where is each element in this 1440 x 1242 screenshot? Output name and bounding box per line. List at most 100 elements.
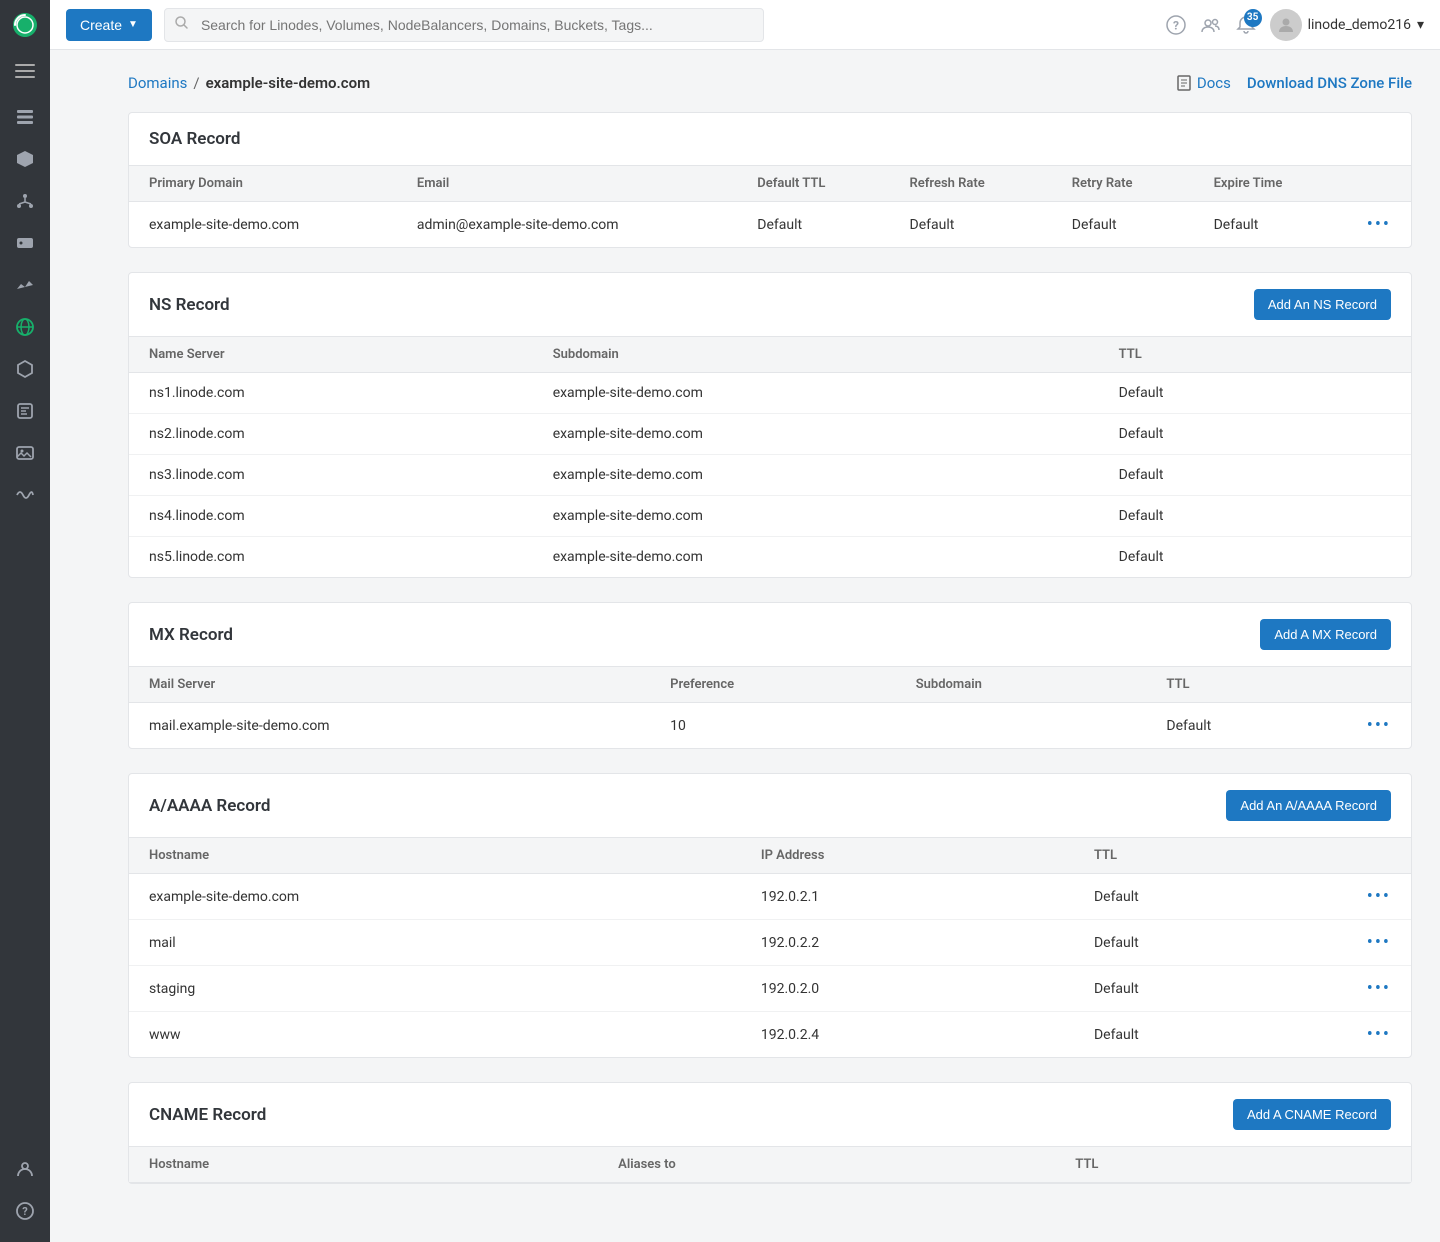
aaaa-row-menu[interactable]: ••• [1367, 932, 1391, 953]
ns-record-section: NS Record Add An NS Record Name Server S… [128, 272, 1412, 578]
table-row: ns1.linode.com example-site-demo.com Def… [129, 373, 1411, 414]
sidebar-item-images[interactable] [0, 432, 50, 474]
aaaa-ttl: Default [1074, 966, 1347, 1012]
cname-record-table: Hostname Aliases to TTL [129, 1147, 1411, 1183]
search-input[interactable] [164, 8, 764, 42]
cname-col-actions [1351, 1147, 1411, 1183]
topbar-right: ? 35 linode_demo216 ▾ [1166, 9, 1424, 41]
sidebar-bottom: ? [0, 1148, 50, 1242]
ns-name-server: ns5.linode.com [129, 537, 533, 578]
mx-row-menu[interactable]: ••• [1367, 715, 1391, 736]
table-row: example-site-demo.com 192.0.2.1 Default … [129, 874, 1411, 920]
hamburger-menu[interactable] [0, 50, 50, 92]
sidebar-item-nodebalancers[interactable] [0, 180, 50, 222]
aaaa-record-header: A/AAAA Record Add An A/AAAA Record [129, 774, 1411, 838]
ns-name-server: ns1.linode.com [129, 373, 533, 414]
svg-text:?: ? [22, 1205, 28, 1218]
aaaa-ip: 192.0.2.0 [741, 966, 1074, 1012]
aaaa-hostname: mail [129, 920, 741, 966]
aaaa-record-title: A/AAAA Record [149, 796, 270, 816]
docs-label: Docs [1197, 74, 1231, 92]
cname-record-section: CNAME Record Add A CNAME Record Hostname… [128, 1082, 1412, 1184]
soa-col-default-ttl: Default TTL [737, 166, 889, 202]
ns-name-server: ns2.linode.com [129, 414, 533, 455]
sidebar-item-help[interactable]: ? [0, 1190, 50, 1232]
ns-col-actions [1351, 337, 1411, 373]
help-icon[interactable]: ? [1166, 15, 1186, 35]
user-menu[interactable]: linode_demo216 ▾ [1270, 9, 1424, 41]
mx-subdomain [896, 703, 1147, 749]
add-aaaa-record-button[interactable]: Add An A/AAAA Record [1226, 790, 1391, 821]
add-cname-record-button[interactable]: Add A CNAME Record [1233, 1099, 1391, 1130]
ns-name-server: ns4.linode.com [129, 496, 533, 537]
soa-refresh-rate: Default [890, 202, 1052, 248]
sidebar-item-longview[interactable] [0, 264, 50, 306]
table-row: ns5.linode.com example-site-demo.com Def… [129, 537, 1411, 578]
soa-record-section: SOA Record Primary Domain Email Default … [128, 112, 1412, 248]
ns-subdomain: example-site-demo.com [533, 414, 1099, 455]
aaaa-ip: 192.0.2.4 [741, 1012, 1074, 1058]
table-row: mail.example-site-demo.com 10 Default ••… [129, 703, 1411, 749]
ns-subdomain: example-site-demo.com [533, 373, 1099, 414]
breadcrumb: Domains / example-site-demo.com Docs Dow… [128, 74, 1412, 92]
mx-preference: 10 [650, 703, 896, 749]
ns-record-title: NS Record [149, 295, 230, 315]
soa-row-menu[interactable]: ••• [1367, 214, 1391, 235]
search-bar [164, 8, 764, 42]
sidebar-item-volumes[interactable] [0, 138, 50, 180]
create-chevron: ▼ [128, 19, 138, 30]
aaaa-record-table: Hostname IP Address TTL example-site-dem… [129, 838, 1411, 1057]
aaaa-hostname: staging [129, 966, 741, 1012]
sidebar-item-linodes[interactable] [0, 96, 50, 138]
docs-link[interactable]: Docs [1176, 74, 1231, 92]
aaaa-ip: 192.0.2.2 [741, 920, 1074, 966]
mx-ttl: Default [1146, 703, 1346, 749]
table-row: mail 192.0.2.2 Default ••• [129, 920, 1411, 966]
sidebar-item-account[interactable] [0, 1148, 50, 1190]
add-mx-record-button[interactable]: Add A MX Record [1260, 619, 1391, 650]
sidebar-item-stackscripts[interactable] [0, 390, 50, 432]
sidebar-item-activity[interactable] [0, 474, 50, 516]
user-chevron: ▾ [1417, 17, 1424, 33]
mx-record-section: MX Record Add A MX Record Mail Server Pr… [128, 602, 1412, 749]
search-icon [174, 15, 190, 35]
soa-col-refresh-rate: Refresh Rate [890, 166, 1052, 202]
ns-subdomain: example-site-demo.com [533, 537, 1099, 578]
aaaa-ip: 192.0.2.1 [741, 874, 1074, 920]
breadcrumb-actions: Docs Download DNS Zone File [1176, 74, 1412, 92]
ns-subdomain: example-site-demo.com [533, 455, 1099, 496]
main-content: Domains / example-site-demo.com Docs Dow… [100, 50, 1440, 1242]
user-avatar [1270, 9, 1302, 41]
download-dns-link[interactable]: Download DNS Zone File [1247, 74, 1412, 92]
cname-record-header: CNAME Record Add A CNAME Record [129, 1083, 1411, 1147]
mx-col-subdomain: Subdomain [896, 667, 1147, 703]
table-row: ns3.linode.com example-site-demo.com Def… [129, 455, 1411, 496]
soa-email: admin@example-site-demo.com [397, 202, 737, 248]
table-row: example-site-demo.com admin@example-site… [129, 202, 1411, 248]
create-button[interactable]: Create ▼ [66, 9, 152, 41]
aaaa-row-menu[interactable]: ••• [1367, 1024, 1391, 1045]
aaaa-hostname: example-site-demo.com [129, 874, 741, 920]
soa-retry-rate: Default [1052, 202, 1194, 248]
mx-record-table: Mail Server Preference Subdomain TTL mai… [129, 667, 1411, 748]
soa-record-header: SOA Record [129, 113, 1411, 166]
community-icon[interactable] [1200, 14, 1222, 36]
breadcrumb-parent[interactable]: Domains [128, 74, 187, 92]
aaaa-row-menu[interactable]: ••• [1367, 978, 1391, 999]
add-ns-record-button[interactable]: Add An NS Record [1254, 289, 1391, 320]
sidebar-item-domains[interactable] [0, 306, 50, 348]
cname-record-title: CNAME Record [149, 1105, 266, 1125]
notifications-icon[interactable]: 35 [1236, 15, 1256, 35]
sidebar-item-kubernetes[interactable] [0, 348, 50, 390]
aaaa-row-menu[interactable]: ••• [1367, 886, 1391, 907]
soa-expire-time: Default [1194, 202, 1347, 248]
soa-record-table: Primary Domain Email Default TTL Refresh… [129, 166, 1411, 247]
sidebar-item-objectstorage[interactable] [0, 222, 50, 264]
aaaa-col-hostname: Hostname [129, 838, 741, 874]
table-row: ns4.linode.com example-site-demo.com Def… [129, 496, 1411, 537]
ns-ttl: Default [1099, 414, 1351, 455]
username: linode_demo216 [1308, 17, 1411, 33]
ns-ttl: Default [1099, 373, 1351, 414]
app-logo[interactable] [0, 0, 50, 50]
ns-ttl: Default [1099, 455, 1351, 496]
